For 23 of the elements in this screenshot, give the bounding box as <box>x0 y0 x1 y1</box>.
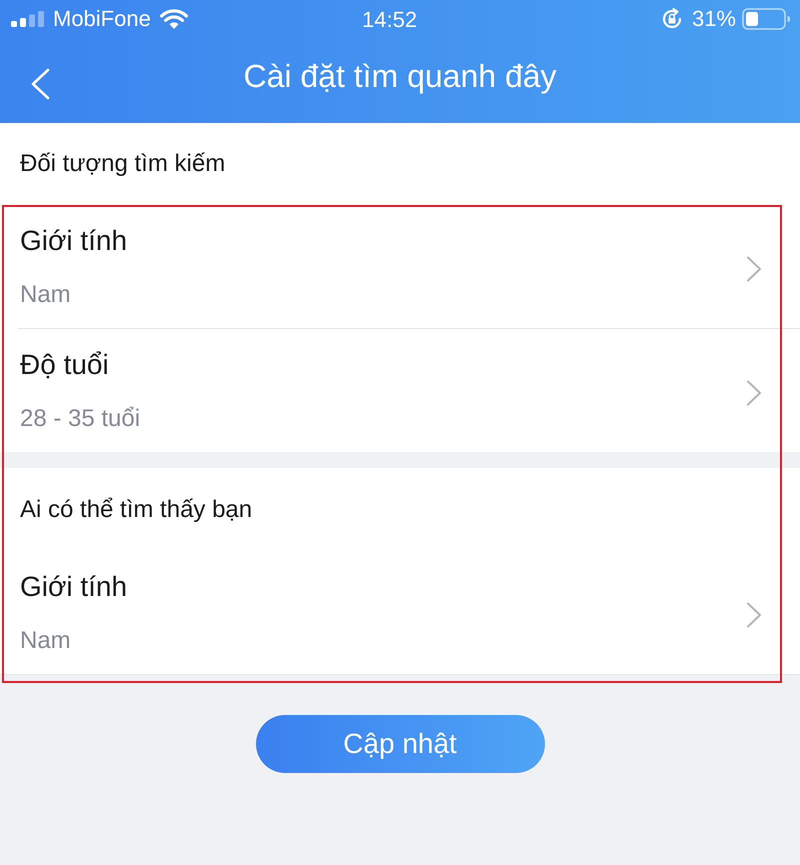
battery-percent: 31% <box>692 6 736 32</box>
wifi-icon <box>160 9 188 29</box>
chevron-right-icon <box>746 256 762 282</box>
setting-value: 28 - 35 tuổi <box>20 404 140 434</box>
setting-value: Nam <box>20 626 72 656</box>
section-header: Ai có thể tìm thấy bạn <box>20 496 252 524</box>
setting-label: Độ tuổi <box>20 348 110 382</box>
section-header: Đối tượng tìm kiếm <box>20 150 226 178</box>
screen-title: Cài đặt tìm quanh đây <box>243 58 557 95</box>
setting-row[interactable]: Độ tuổi 28 - 35 tuổi <box>0 329 800 452</box>
setting-row[interactable]: Giới tính Nam <box>0 205 800 328</box>
battery-icon <box>742 8 790 30</box>
signal-icon <box>11 11 45 27</box>
setting-row[interactable]: Giới tính Nam <box>0 551 800 674</box>
setting-label: Giới tính <box>20 570 128 604</box>
carrier-name: MobiFone <box>53 6 151 32</box>
status-time: 14:52 <box>362 7 418 33</box>
chevron-right-icon <box>746 602 762 628</box>
chevron-right-icon <box>746 380 762 406</box>
back-icon <box>30 68 50 100</box>
setting-value: Nam <box>20 280 72 310</box>
rotation-lock-icon <box>660 8 683 30</box>
setting-label: Giới tính <box>20 224 128 258</box>
